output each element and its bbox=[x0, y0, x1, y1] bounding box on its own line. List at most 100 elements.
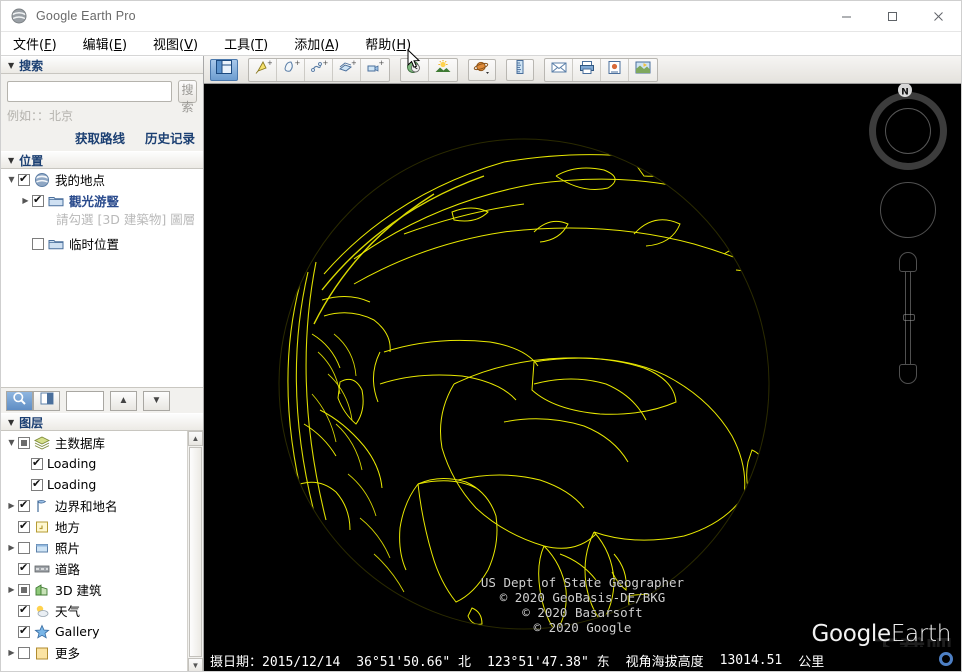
search-button[interactable]: 搜索 bbox=[178, 80, 197, 103]
window-controls bbox=[823, 1, 961, 32]
menu-edit[interactable]: 编辑(E) bbox=[83, 34, 127, 53]
flag-icon bbox=[34, 498, 50, 514]
places-filter-input[interactable] bbox=[66, 391, 104, 411]
layers-scrollbar[interactable]: ▲ ▼ bbox=[187, 431, 203, 672]
layer-item-roads[interactable]: 道路 bbox=[1, 558, 187, 579]
places-panel-title: 位置 bbox=[19, 152, 43, 169]
weather-icon bbox=[34, 603, 50, 619]
move-down-button[interactable]: ▼ bbox=[143, 391, 170, 411]
scroll-down-button[interactable]: ▼ bbox=[188, 658, 203, 672]
roads-checkbox[interactable] bbox=[18, 563, 30, 575]
toggle-sidebar-button[interactable] bbox=[210, 59, 238, 81]
sunlight-button[interactable] bbox=[429, 59, 457, 81]
add-image-overlay-button[interactable]: + bbox=[333, 59, 361, 81]
move-up-button[interactable]: ▲ bbox=[110, 391, 137, 411]
layer-item-label: 主数据库 bbox=[55, 433, 105, 452]
save-image-button[interactable] bbox=[601, 59, 629, 81]
layer-item-borders[interactable]: ▶ 边界和地名 bbox=[1, 495, 187, 516]
photos-checkbox[interactable] bbox=[18, 542, 30, 554]
tour-folder-checkbox[interactable] bbox=[32, 195, 44, 207]
layer-item-label: Gallery bbox=[55, 624, 100, 639]
layer-item-label: 道路 bbox=[55, 559, 80, 578]
print-button[interactable] bbox=[573, 59, 601, 81]
more-checkbox[interactable] bbox=[18, 647, 30, 659]
add-placemark-button[interactable]: + bbox=[249, 59, 277, 81]
expander-down-icon[interactable]: ▼ bbox=[5, 175, 18, 184]
database-layers-icon bbox=[34, 435, 50, 451]
borders-checkbox[interactable] bbox=[18, 500, 30, 512]
layer-item-gallery[interactable]: Gallery bbox=[1, 621, 187, 642]
get-directions-link[interactable]: 获取路线 bbox=[75, 128, 125, 147]
email-button[interactable] bbox=[545, 59, 573, 81]
menu-help-accel: H bbox=[396, 38, 406, 53]
history-link[interactable]: 历史记录 bbox=[145, 128, 195, 147]
printer-icon bbox=[578, 60, 596, 80]
scrollbar-thumb[interactable] bbox=[189, 447, 202, 657]
add-polygon-button[interactable]: + bbox=[277, 59, 305, 81]
add-path-button[interactable]: + bbox=[305, 59, 333, 81]
save-image-icon bbox=[606, 60, 624, 80]
places-item-my-places[interactable]: ▼ 我的地点 bbox=[1, 169, 203, 190]
view-in-maps-button[interactable] bbox=[629, 59, 657, 81]
layer-item-3d-buildings[interactable]: ▶ 3D 建筑 bbox=[1, 579, 187, 600]
earth-globe[interactable] bbox=[204, 84, 961, 672]
minimize-button[interactable] bbox=[823, 1, 869, 32]
search-input[interactable] bbox=[7, 81, 172, 102]
search-hint: 例如：：北京 bbox=[7, 107, 197, 124]
layer-item-primary-database[interactable]: ▼ 主数据库 bbox=[1, 432, 187, 453]
layer-item-label: 天气 bbox=[55, 601, 80, 620]
places-layer-checkbox[interactable] bbox=[18, 521, 30, 533]
opacity-tool-button[interactable] bbox=[33, 391, 60, 411]
expander-right-icon[interactable]: ▶ bbox=[19, 196, 32, 205]
layers-panel-header[interactable]: ▼ 图层 bbox=[1, 413, 203, 431]
loading-2-checkbox[interactable] bbox=[31, 479, 43, 491]
search-tool-button[interactable] bbox=[6, 391, 33, 411]
places-item-temp-places[interactable]: 临时位置 bbox=[1, 233, 203, 254]
menu-tools[interactable]: 工具(T) bbox=[224, 34, 268, 53]
layer-item-label: 更多 bbox=[55, 643, 80, 662]
search-panel-header[interactable]: ▼ 搜索 bbox=[1, 56, 203, 74]
places-panel-header[interactable]: ▼ 位置 bbox=[1, 151, 203, 169]
globe-icon bbox=[11, 8, 27, 24]
historical-imagery-button[interactable] bbox=[401, 59, 429, 81]
menu-file-accel: F bbox=[44, 38, 51, 53]
title-bar: Google Earth Pro bbox=[1, 1, 961, 32]
gallery-checkbox[interactable] bbox=[18, 626, 30, 638]
menu-add[interactable]: 添加(A) bbox=[294, 34, 339, 53]
expander-right-icon[interactable]: ▶ bbox=[5, 543, 18, 552]
layer-item-loading-1[interactable]: Loading bbox=[1, 453, 187, 474]
primary-database-checkbox[interactable] bbox=[18, 437, 30, 449]
ruler-button[interactable] bbox=[506, 59, 534, 81]
menu-file[interactable]: 文件(F) bbox=[13, 34, 57, 53]
scroll-up-button[interactable]: ▲ bbox=[188, 431, 203, 446]
globe-viewport[interactable]: US Dept of State Geographer © 2020 GeoBa… bbox=[204, 84, 961, 672]
layer-item-places[interactable]: 地方 bbox=[1, 516, 187, 537]
search-panel-body: 搜索 例如：：北京 bbox=[1, 74, 203, 126]
svg-text:+: + bbox=[351, 59, 356, 67]
share-group bbox=[544, 58, 658, 82]
expander-right-icon[interactable]: ▶ bbox=[5, 585, 18, 594]
menu-add-tail: ) bbox=[334, 38, 339, 53]
switch-planet-button[interactable] bbox=[468, 59, 496, 81]
weather-checkbox[interactable] bbox=[18, 605, 30, 617]
capture-date-value: 2015/12/14 bbox=[262, 655, 340, 670]
more-icon bbox=[34, 645, 50, 661]
buildings-checkbox[interactable] bbox=[18, 584, 30, 596]
my-places-checkbox[interactable] bbox=[18, 174, 30, 186]
places-item-tour-folder[interactable]: ▶ 觀光游豎 bbox=[1, 190, 203, 211]
expander-right-icon[interactable]: ▶ bbox=[5, 501, 18, 510]
record-tour-button[interactable]: + bbox=[361, 59, 389, 81]
loading-1-checkbox[interactable] bbox=[31, 458, 43, 470]
search-links: 获取路线 历史记录 bbox=[1, 126, 203, 151]
maximize-button[interactable] bbox=[869, 1, 915, 32]
layer-item-more[interactable]: ▶ 更多 bbox=[1, 642, 187, 663]
close-button[interactable] bbox=[915, 1, 961, 32]
temp-places-checkbox[interactable] bbox=[32, 238, 44, 250]
layer-item-photos[interactable]: ▶ 照片 bbox=[1, 537, 187, 558]
expander-right-icon[interactable]: ▶ bbox=[5, 648, 18, 657]
expander-down-icon[interactable]: ▼ bbox=[5, 438, 18, 447]
layer-item-weather[interactable]: 天气 bbox=[1, 600, 187, 621]
menu-view[interactable]: 视图(V) bbox=[153, 34, 198, 53]
menu-help[interactable]: 帮助(H) bbox=[365, 34, 411, 53]
layer-item-loading-2[interactable]: Loading bbox=[1, 474, 187, 495]
